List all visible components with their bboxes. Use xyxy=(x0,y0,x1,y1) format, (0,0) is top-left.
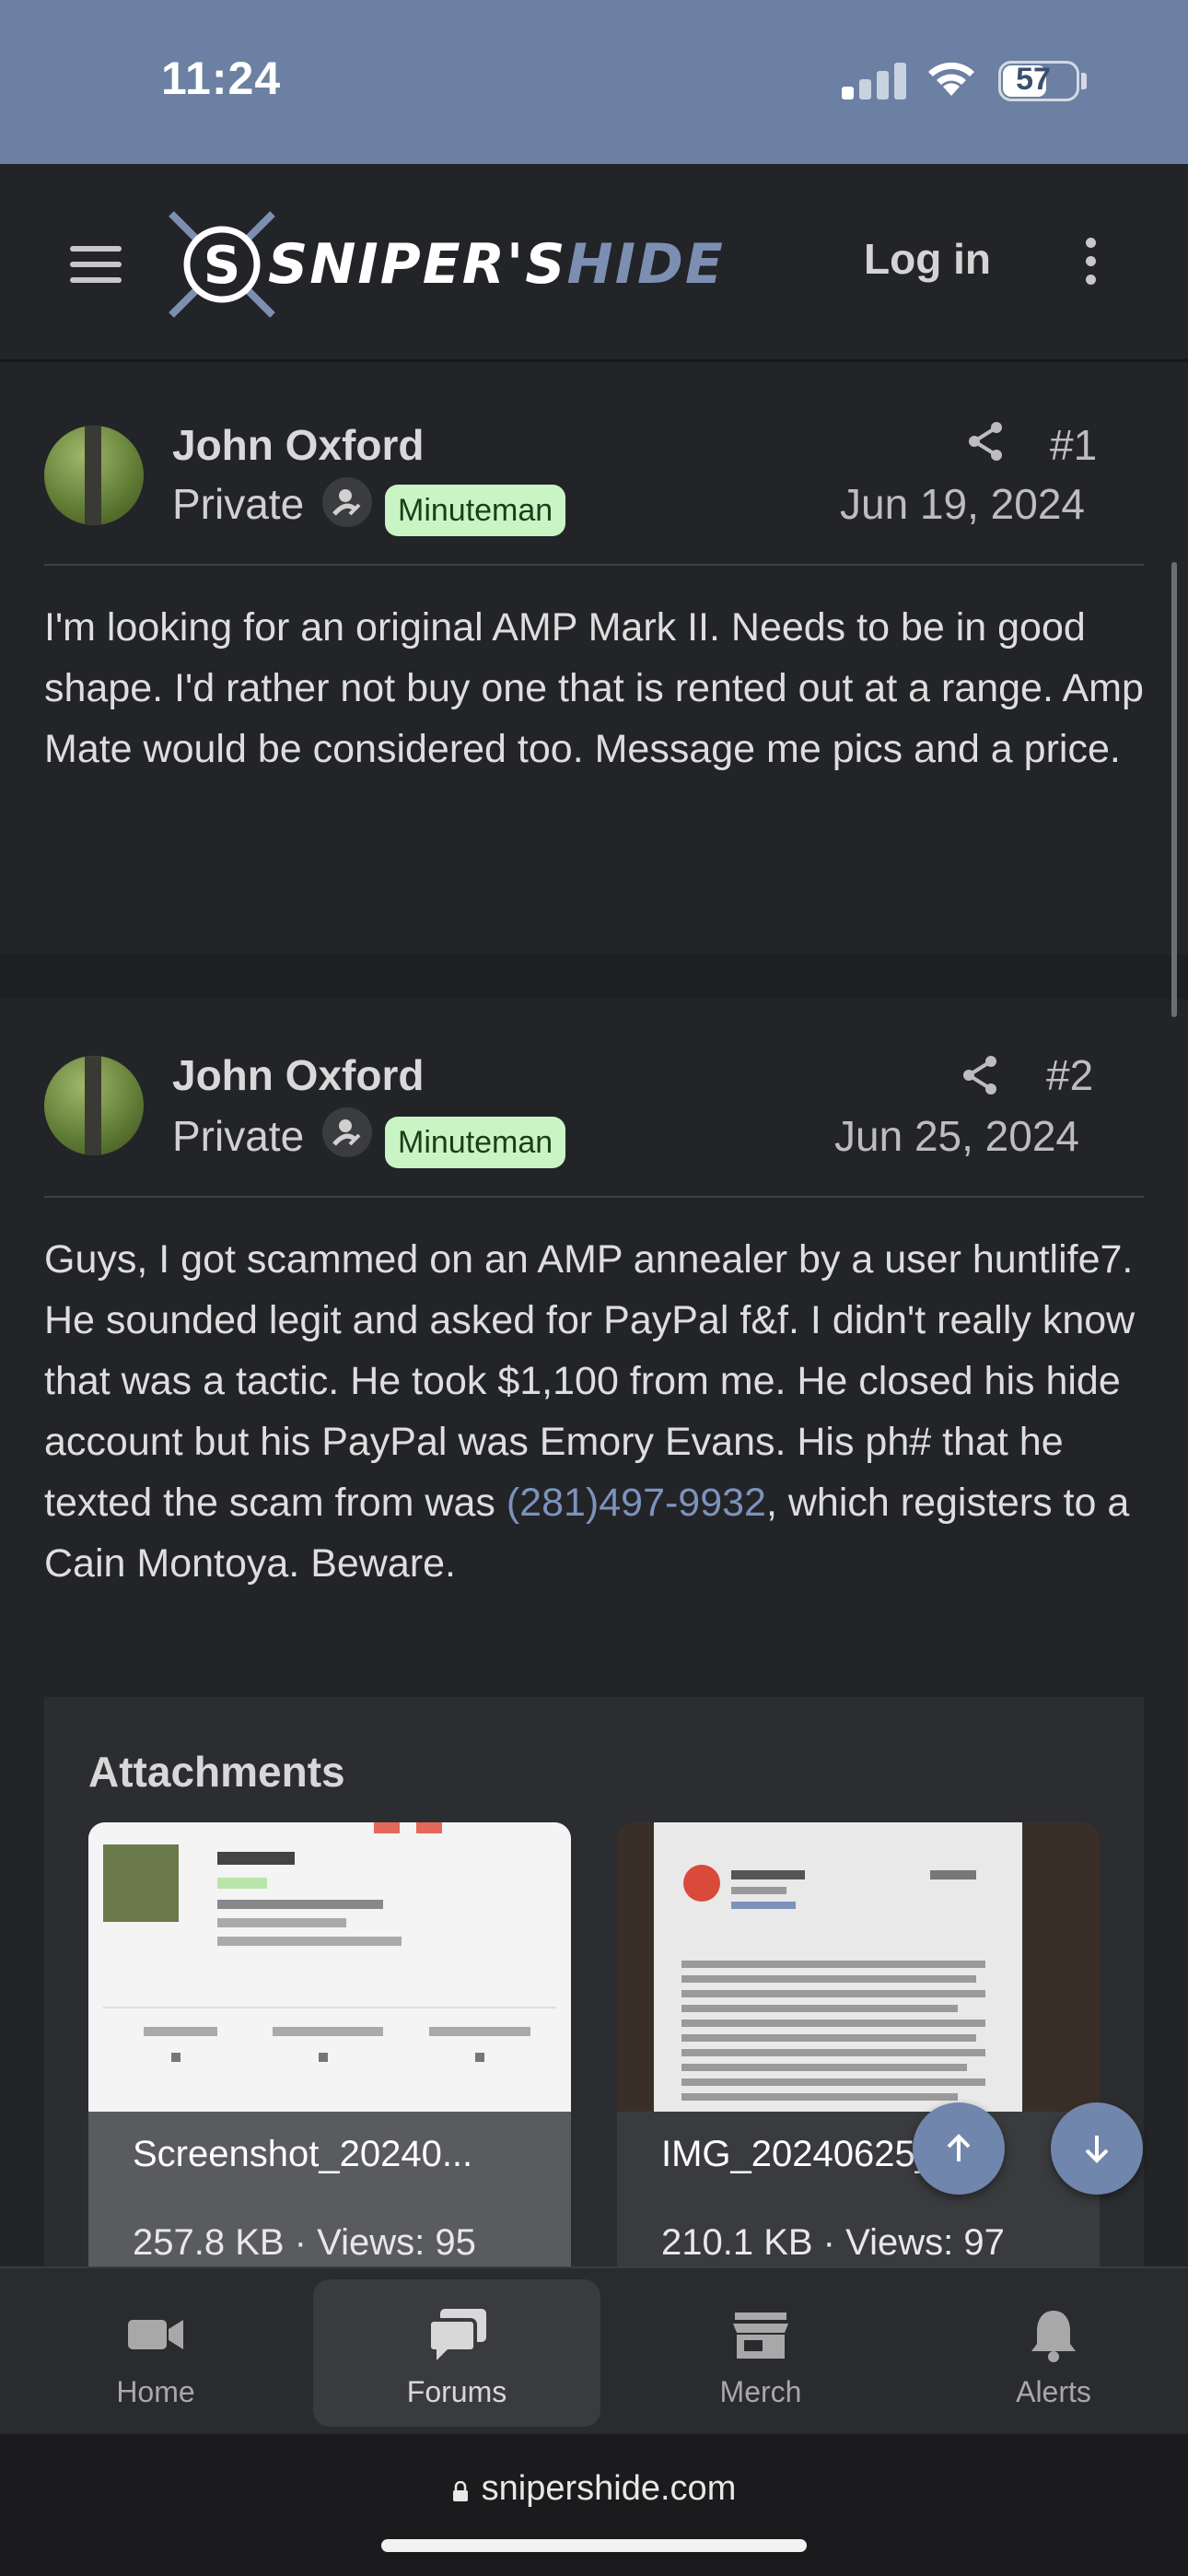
snipers-hide-logo[interactable]: S SNIPER'SHIDE xyxy=(162,205,788,324)
user-badge: Minuteman xyxy=(385,485,566,536)
post-1: John Oxford Private Minuteman #1 Jun 19,… xyxy=(0,363,1188,954)
arrow-up-icon xyxy=(947,2134,971,2161)
battery-cap xyxy=(1081,73,1087,89)
attachments-title: Attachments xyxy=(88,1748,345,1796)
tab-merch[interactable]: Merch xyxy=(617,2279,904,2427)
profile-screenshot-image xyxy=(88,1822,571,2117)
url-text: snipershide.com xyxy=(481,2469,737,2508)
arrow-down-icon xyxy=(1085,2136,1109,2163)
wifi-icon xyxy=(928,62,974,96)
post-rank: Private xyxy=(172,480,305,528)
post-body: Guys, I got scammed on an AMP annealer b… xyxy=(44,1229,1149,1594)
tab-label: Home xyxy=(116,2375,195,2408)
post-divider xyxy=(44,1196,1144,1198)
message-photo-image xyxy=(617,1822,1100,2117)
post-date[interactable]: Jun 19, 2024 xyxy=(840,479,1085,529)
post-number[interactable]: #2 xyxy=(1046,1050,1093,1100)
avatar[interactable] xyxy=(44,1056,144,1155)
scroll-down-button[interactable] xyxy=(1051,2102,1143,2195)
tab-label: Merch xyxy=(719,2375,802,2408)
tab-forums[interactable]: Forums xyxy=(313,2279,600,2427)
tab-home[interactable]: Home xyxy=(12,2279,299,2427)
attachment-meta: 210.1 KB · Views: 97 xyxy=(661,2222,1005,2263)
post-body: I'm looking for an original AMP Mark II.… xyxy=(44,605,1144,771)
user-badge: Minuteman xyxy=(385,1117,566,1168)
tab-label: Forums xyxy=(406,2375,507,2408)
home-indicator[interactable] xyxy=(381,2539,807,2552)
tab-alerts[interactable]: Alerts xyxy=(910,2279,1188,2427)
user-edit-icon xyxy=(322,1107,372,1157)
share-icon[interactable] xyxy=(960,1054,1000,1096)
lock-icon xyxy=(452,2481,468,2501)
store-icon xyxy=(733,2313,788,2359)
bottom-tab-bar: Home Forums Merch Alerts xyxy=(0,2266,1188,2434)
url-display[interactable]: snipershide.com xyxy=(0,2469,1188,2509)
avatar[interactable] xyxy=(44,426,144,525)
post-rank: Private xyxy=(172,1112,305,1160)
browser-url-bar[interactable]: snipershide.com xyxy=(0,2434,1188,2576)
status-bar: 11:24 57 xyxy=(0,0,1188,164)
svg-text:S: S xyxy=(204,236,240,296)
post-username[interactable]: John Oxford xyxy=(172,420,424,470)
battery-icon: 57 xyxy=(998,61,1079,101)
login-link[interactable]: Log in xyxy=(864,234,991,284)
menu-icon[interactable] xyxy=(70,246,122,283)
share-icon[interactable] xyxy=(965,420,1006,463)
user-edit-icon xyxy=(322,477,372,527)
attachment-filename: Screenshot_20240... xyxy=(133,2134,473,2174)
post-username[interactable]: John Oxford xyxy=(172,1050,424,1100)
post-date[interactable]: Jun 25, 2024 xyxy=(834,1111,1079,1161)
attachment-image xyxy=(617,1822,1100,2117)
phone-link[interactable]: (281)497-9932 xyxy=(507,1481,766,1525)
attachment-thumbnail[interactable]: IMG_20240625_1... 210.1 KB · Views: 97 xyxy=(617,1822,1100,2320)
bell-icon xyxy=(1031,2311,1076,2362)
status-time: 11:24 xyxy=(161,53,282,104)
battery-level: 57 xyxy=(1016,62,1051,97)
scroll-up-button[interactable] xyxy=(913,2102,1005,2195)
chat-bubbles-icon xyxy=(427,2309,486,2360)
tab-label: Alerts xyxy=(1016,2375,1091,2408)
attachment-thumbnail[interactable]: Screenshot_20240... 257.8 KB · Views: 95 xyxy=(88,1822,571,2320)
site-header: S SNIPER'SHIDE Log in xyxy=(0,164,1188,361)
logo-wordmark: SNIPER'SHIDE xyxy=(268,232,725,297)
crosshair-logo-icon: S xyxy=(169,211,275,318)
video-camera-icon xyxy=(128,2320,183,2349)
post-number[interactable]: #1 xyxy=(1050,420,1097,470)
attachment-image xyxy=(88,1822,571,2117)
attachment-meta: 257.8 KB · Views: 95 xyxy=(133,2222,476,2263)
more-options-icon[interactable] xyxy=(1083,238,1098,289)
cellular-signal-icon xyxy=(842,61,906,100)
post-divider xyxy=(44,564,1144,566)
scrollbar[interactable] xyxy=(1171,562,1177,1017)
